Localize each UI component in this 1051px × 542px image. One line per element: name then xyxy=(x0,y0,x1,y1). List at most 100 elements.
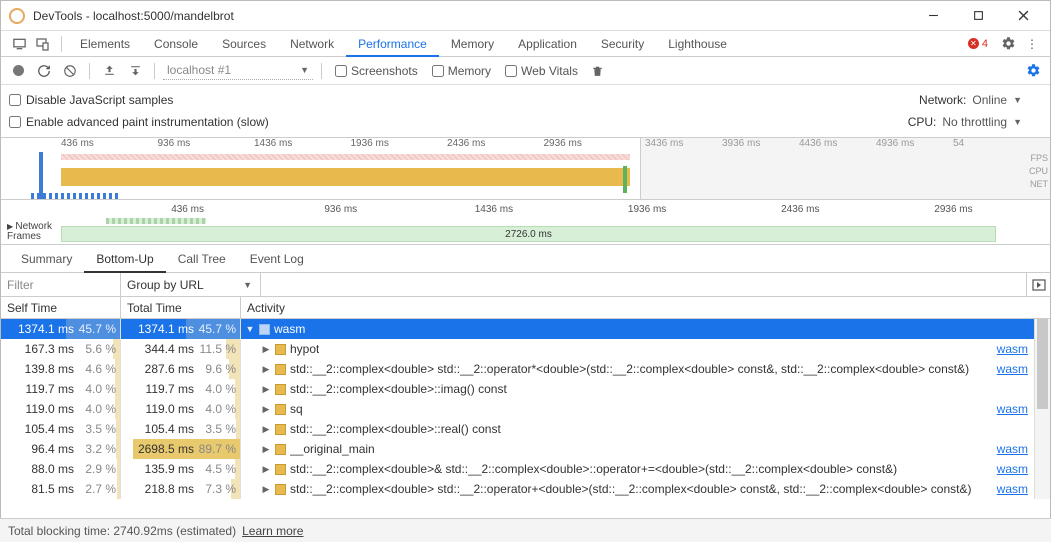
activity-name: wasm xyxy=(274,322,305,336)
tab-bottom-up[interactable]: Bottom-Up xyxy=(84,245,165,273)
toggle-device-icon[interactable] xyxy=(7,32,31,56)
group-select[interactable]: Group by URL ▼ xyxy=(121,273,261,296)
disclosure-icon[interactable]: ▶ xyxy=(261,404,271,415)
activity-name: hypot xyxy=(290,342,319,356)
activity-name: std::__2::complex<double> std::__2::oper… xyxy=(290,362,969,376)
activity-name: std::__2::complex<double>& std::__2::com… xyxy=(290,462,897,476)
table-row[interactable]: 96.4 ms3.2 %2698.5 ms89.7 %▶__original_m… xyxy=(1,439,1050,459)
cpu-label-ov: CPU xyxy=(1029,165,1048,178)
table-row[interactable]: 119.0 ms4.0 %119.0 ms4.0 %▶sqwasm xyxy=(1,399,1050,419)
disclosure-icon[interactable]: ▶ xyxy=(261,424,271,435)
tab-security[interactable]: Security xyxy=(589,31,656,57)
tab-performance[interactable]: Performance xyxy=(346,31,439,57)
tab-call-tree[interactable]: Call Tree xyxy=(166,245,238,273)
source-link[interactable]: wasm xyxy=(997,442,1028,456)
script-icon xyxy=(275,424,286,435)
capture-settings-icon[interactable] xyxy=(1022,60,1044,82)
overview-strip[interactable]: 436 ms 936 ms 1436 ms 1936 ms 2436 ms 29… xyxy=(1,138,1050,200)
error-icon: ✕ xyxy=(968,38,979,49)
disclosure-icon[interactable]: ▶ xyxy=(261,464,271,475)
frame-bar[interactable]: 2726.0 ms xyxy=(61,226,996,242)
paint-instrumentation-checkbox[interactable]: Enable advanced paint instrumentation (s… xyxy=(9,115,269,129)
screenshots-checkbox[interactable]: Screenshots xyxy=(335,64,418,78)
error-badge[interactable]: ✕ 4 xyxy=(968,38,988,50)
table-row[interactable]: 167.3 ms5.6 %344.4 ms11.5 %▶hypotwasm xyxy=(1,339,1050,359)
activity-name: sq xyxy=(290,402,303,416)
app-icon xyxy=(9,8,25,24)
inspect-icon[interactable] xyxy=(31,32,55,56)
source-link[interactable]: wasm xyxy=(997,362,1028,376)
recording-name: localhost #1 xyxy=(167,63,231,77)
source-link[interactable]: wasm xyxy=(997,462,1028,476)
disclosure-icon[interactable]: ▼ xyxy=(245,324,255,334)
recording-select[interactable]: localhost #1 ▼ xyxy=(163,61,313,80)
col-self-time[interactable]: Self Time xyxy=(1,297,121,318)
minimize-button[interactable] xyxy=(911,1,956,30)
disclosure-icon[interactable]: ▶ xyxy=(261,364,271,375)
net-track xyxy=(31,193,121,199)
webvitals-checkbox[interactable]: Web Vitals xyxy=(505,64,578,78)
titlebar: DevTools - localhost:5000/mandelbrot xyxy=(1,1,1050,31)
learn-more-link[interactable]: Learn more xyxy=(242,524,303,538)
activity-name: std::__2::complex<double>::imag() const xyxy=(290,382,507,396)
details-tabs: Summary Bottom-Up Call Tree Event Log xyxy=(1,245,1050,273)
record-button[interactable] xyxy=(7,60,29,82)
tab-sources[interactable]: Sources xyxy=(210,31,278,57)
tab-elements[interactable]: Elements xyxy=(68,31,142,57)
more-icon[interactable]: ⋮ xyxy=(1020,32,1044,56)
tab-lighthouse[interactable]: Lighthouse xyxy=(656,31,739,57)
trash-button[interactable] xyxy=(587,60,609,82)
table-row[interactable]: 1374.1 ms45.7 %1374.1 ms45.7 %▼wasm xyxy=(1,319,1050,339)
disclosure-icon[interactable]: ▶ xyxy=(261,444,271,455)
cpu-select[interactable]: No throttling▼ xyxy=(942,115,1022,129)
frames-track-label[interactable]: Frames xyxy=(1,232,61,242)
disclosure-icon[interactable]: ▶ xyxy=(261,484,271,495)
table-row[interactable]: 105.4 ms3.5 %105.4 ms3.5 %▶std::__2::com… xyxy=(1,419,1050,439)
table-row[interactable]: 81.5 ms2.7 %218.8 ms7.3 %▶std::__2::comp… xyxy=(1,479,1050,499)
tab-application[interactable]: Application xyxy=(506,31,589,57)
show-heaviest-stack-button[interactable] xyxy=(1026,273,1050,296)
tab-console[interactable]: Console xyxy=(142,31,210,57)
window-title: DevTools - localhost:5000/mandelbrot xyxy=(33,9,911,23)
net-label: NET xyxy=(1029,178,1048,191)
filter-input[interactable]: Filter xyxy=(1,273,121,296)
reload-button[interactable] xyxy=(33,60,55,82)
col-total-time[interactable]: Total Time xyxy=(121,297,241,318)
table-header: Self Time Total Time Activity xyxy=(1,297,1050,319)
table-row[interactable]: 88.0 ms2.9 %135.9 ms4.5 %▶std::__2::comp… xyxy=(1,459,1050,479)
script-icon xyxy=(275,484,286,495)
maximize-button[interactable] xyxy=(956,1,1001,30)
source-link[interactable]: wasm xyxy=(997,342,1028,356)
tab-network[interactable]: Network xyxy=(278,31,346,57)
settings-icon[interactable] xyxy=(996,32,1020,56)
memory-checkbox[interactable]: Memory xyxy=(432,64,491,78)
disclosure-icon[interactable]: ▶ xyxy=(261,344,271,355)
load-profile-button[interactable] xyxy=(98,60,120,82)
source-link[interactable]: wasm xyxy=(997,482,1028,496)
table-row[interactable]: 139.8 ms4.6 %287.6 ms9.6 %▶std::__2::com… xyxy=(1,359,1050,379)
clear-button[interactable] xyxy=(59,60,81,82)
table-row[interactable]: 119.7 ms4.0 %119.7 ms4.0 %▶std::__2::com… xyxy=(1,379,1050,399)
network-label: Network: xyxy=(919,93,966,107)
tab-event-log[interactable]: Event Log xyxy=(238,245,316,273)
source-link[interactable]: wasm xyxy=(997,402,1028,416)
timeline[interactable]: 436 ms 936 ms 1436 ms 1936 ms 2436 ms 29… xyxy=(1,200,1050,245)
script-icon xyxy=(275,404,286,415)
error-count: 4 xyxy=(982,38,988,50)
script-icon xyxy=(259,324,270,335)
activity-name: __original_main xyxy=(290,442,375,456)
tab-memory[interactable]: Memory xyxy=(439,31,506,57)
script-icon xyxy=(275,364,286,375)
disable-js-checkbox[interactable]: Disable JavaScript samples xyxy=(9,93,173,107)
close-button[interactable] xyxy=(1001,1,1046,30)
table-body: 1374.1 ms45.7 %1374.1 ms45.7 %▼wasm167.3… xyxy=(1,319,1050,499)
network-select[interactable]: Online▼ xyxy=(972,93,1022,107)
status-bar: Total blocking time: 2740.92ms (estimate… xyxy=(0,518,1051,542)
save-profile-button[interactable] xyxy=(124,60,146,82)
tab-summary[interactable]: Summary xyxy=(9,245,84,273)
capture-settings: Disable JavaScript samples Network: Onli… xyxy=(1,85,1050,138)
col-activity[interactable]: Activity xyxy=(241,297,1050,318)
status-text: Total blocking time: 2740.92ms (estimate… xyxy=(8,524,236,538)
disclosure-icon[interactable]: ▶ xyxy=(261,384,271,395)
script-icon xyxy=(275,344,286,355)
